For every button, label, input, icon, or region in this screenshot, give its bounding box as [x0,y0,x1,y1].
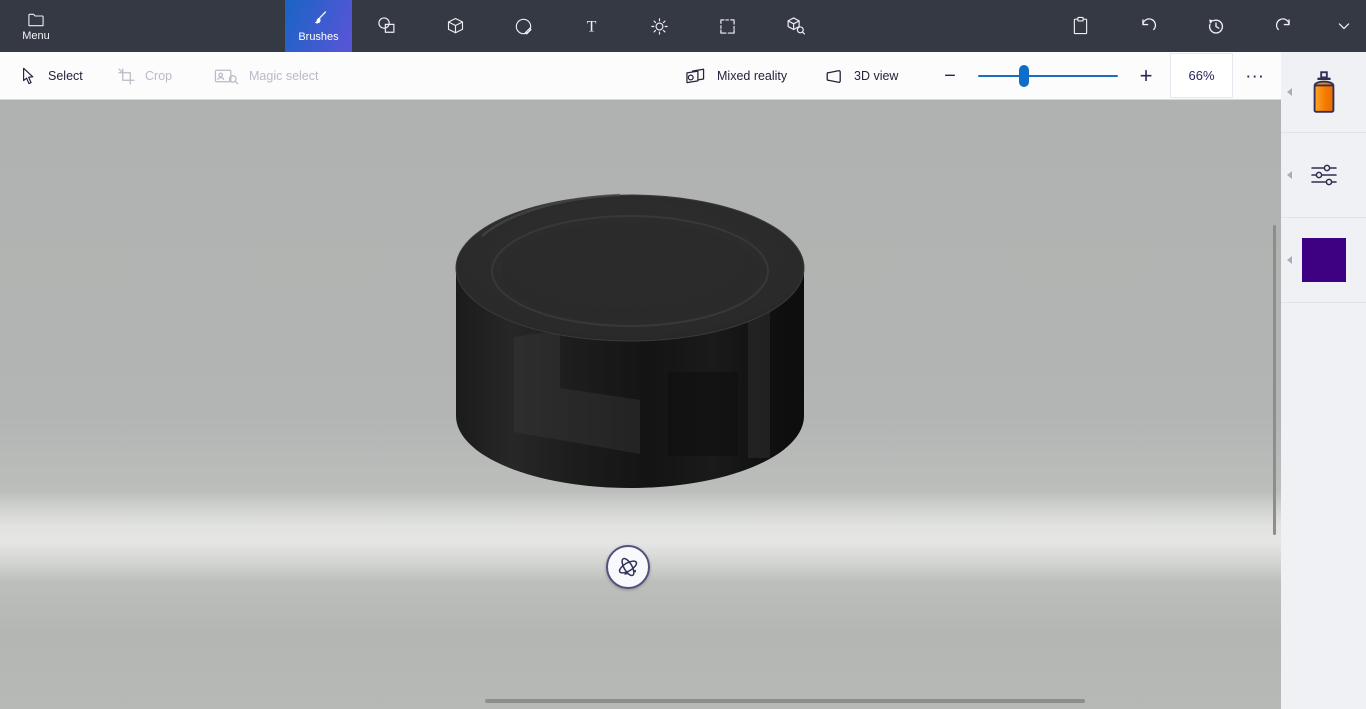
menu-button[interactable]: Menu [0,0,72,52]
collapse-ribbon-button[interactable] [1326,0,1362,52]
top-app-bar: Menu Brushes [0,0,1366,52]
magic-select-button[interactable]: Magic select [214,52,318,100]
3d-view-label: 3D view [854,69,898,83]
tab-stickers[interactable] [499,0,547,52]
menu-label: Menu [22,30,50,42]
paint3d-window: Menu Brushes [0,0,1366,709]
paste-button[interactable] [1056,0,1104,52]
spray-can-panel [1281,52,1366,133]
adjustments-button[interactable] [1310,163,1338,187]
canvas-frame-icon [717,16,738,37]
zoom-in-button[interactable]: + [1130,52,1162,100]
rotate-3d-control[interactable] [606,545,650,589]
brushes-label: Brushes [298,31,338,43]
black-cylinder-model[interactable] [452,192,808,492]
rotate-3d-icon [615,554,641,580]
more-options-button[interactable]: ··· [1238,52,1274,100]
select-button[interactable]: Select [20,52,83,100]
history-clock-icon [1205,15,1227,37]
chevron-down-icon [1334,16,1354,36]
expand-panel-chevron-left-icon[interactable] [1287,88,1292,96]
tab-3d-library[interactable] [771,0,819,52]
3d-library-icon [784,15,806,37]
tool-options-sidebar [1281,52,1366,709]
undo-arrow-icon [1137,16,1159,37]
tab-canvas[interactable] [703,0,751,52]
undo-button[interactable] [1124,0,1172,52]
vertical-scrollbar[interactable] [1273,225,1276,535]
select-label: Select [48,69,83,83]
mixed-reality-label: Mixed reality [717,69,787,83]
crop-label: Crop [145,69,172,83]
horizontal-scrollbar[interactable] [485,699,1085,703]
tab-brushes[interactable]: Brushes [285,0,352,52]
clipboard-icon [1070,15,1091,37]
zoom-slider-thumb[interactable] [1019,65,1029,87]
tab-2d-shapes[interactable] [363,0,411,52]
history-button[interactable] [1192,0,1240,52]
tab-text[interactable]: T [567,0,615,52]
text-icon: T [581,16,602,37]
color-panel [1281,218,1366,303]
adjustments-panel [1281,133,1366,218]
zoom-out-button[interactable]: − [936,52,964,100]
crop-button[interactable]: Crop [118,52,172,100]
3d-cube-icon [445,16,466,37]
zoom-level-indicator[interactable]: 66% [1170,53,1233,98]
3d-canvas-viewport[interactable] [0,100,1281,709]
sticker-icon [513,16,534,37]
context-toolbar: Select Crop Magic select M [0,52,1281,100]
tab-effects[interactable] [635,0,683,52]
current-color-swatch[interactable] [1302,238,1346,282]
magic-select-label: Magic select [249,69,318,83]
crop-icon [118,68,135,85]
svg-text:T: T [586,18,596,35]
expand-panel-chevron-left-icon[interactable] [1287,171,1292,179]
spray-can-tool-button[interactable] [1308,69,1340,115]
2d-shapes-icon [376,15,398,37]
spray-can-icon [1308,69,1340,115]
3d-view-icon [824,68,844,85]
sliders-icon [1310,163,1338,187]
redo-arrow-icon [1273,16,1295,37]
sun-icon [649,16,670,37]
mixed-reality-button[interactable]: Mixed reality [684,52,787,100]
mixed-reality-icon [684,67,707,86]
tab-3d-shapes[interactable] [431,0,479,52]
brush-icon [309,10,328,29]
zoom-slider[interactable] [978,75,1118,77]
expand-panel-chevron-left-icon[interactable] [1287,256,1292,264]
magic-select-icon [214,67,239,85]
redo-button[interactable] [1260,0,1308,52]
folder-icon [26,10,46,28]
select-cursor-icon [20,66,38,86]
3d-view-button[interactable]: 3D view [824,52,898,100]
